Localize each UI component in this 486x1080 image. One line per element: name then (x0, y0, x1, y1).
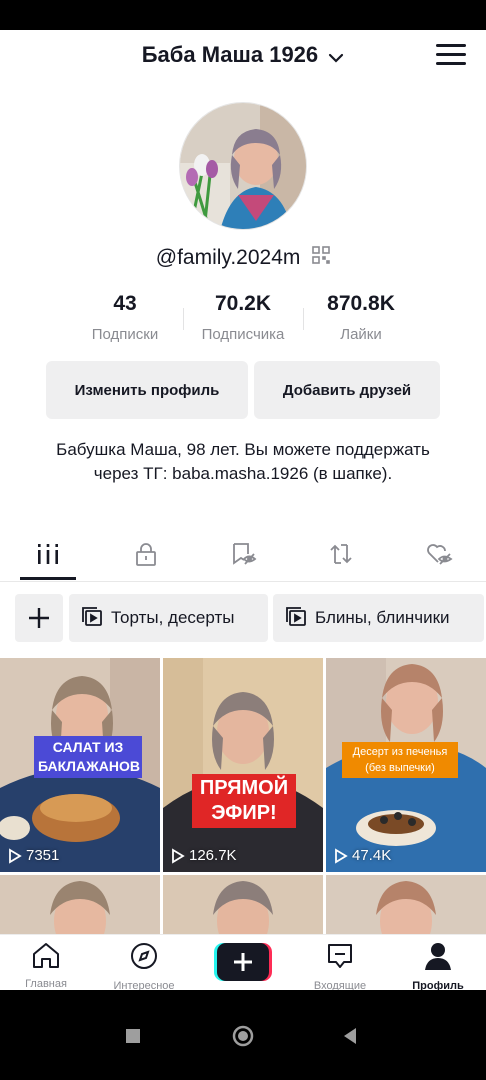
add-friends-button[interactable]: Добавить друзей (254, 361, 440, 419)
followers-label: Подписчика (201, 326, 285, 343)
profile-icon (425, 943, 451, 970)
tiktok-profile-app: Баба Маша 1926 @family.2024m 43 Подписки… (0, 30, 486, 990)
video-caption: САЛАТ ИЗ БАКЛАЖАНОВ (34, 736, 142, 778)
view-count: 126.7K (171, 847, 237, 864)
video-grid: САЛАТ ИЗ БАКЛАЖАНОВ 7351 ПРЯМОЙ ЭФИР! 12… (0, 658, 486, 958)
play-icon (335, 847, 348, 864)
hamburger-menu-icon[interactable] (436, 44, 466, 70)
favorites-hidden-icon[interactable] (229, 540, 259, 568)
video-caption: ПРЯМОЙ ЭФИР! (192, 774, 296, 828)
chevron-down-icon (328, 43, 344, 69)
likes-stat[interactable]: 870.8K Лайки (306, 292, 416, 343)
likes-count: 870.8K (327, 292, 395, 315)
playlist-icon (285, 606, 307, 631)
followers-count: 70.2K (214, 292, 272, 315)
following-stat[interactable]: 43 Подписки (70, 292, 180, 343)
system-navigation-bar (0, 990, 486, 1080)
home-button-icon[interactable] (232, 1025, 254, 1052)
bottom-navigation: Главная Интересное Входящие Профиль (0, 934, 486, 990)
followers-stat[interactable]: 70.2K Подписчика (186, 292, 300, 343)
likes-label: Лайки (340, 326, 382, 343)
nav-inbox[interactable]: Входящие (300, 941, 380, 990)
playlist-item[interactable]: Торты, десерты (69, 594, 268, 642)
playlist-icon (81, 606, 103, 631)
video-thumbnail[interactable]: ПРЯМОЙ ЭФИР! 126.7K (163, 658, 323, 872)
video-thumbnail[interactable]: Десерт из печенья (без выпечки) 47.4K (326, 658, 486, 872)
videos-grid-icon[interactable] (33, 540, 63, 568)
edit-profile-button[interactable]: Изменить профиль (46, 361, 248, 419)
view-count: 7351 (8, 847, 59, 864)
profile-bio: Бабушка Маша, 98 лет. Вы можете поддержа… (56, 440, 430, 483)
stat-divider (303, 308, 304, 330)
view-count: 47.4K (334, 847, 391, 864)
following-label: Подписки (91, 326, 159, 343)
avatar[interactable] (179, 102, 307, 230)
account-name: Баба Маша 1926 (141, 42, 319, 67)
content-tabs (0, 530, 486, 582)
nav-profile[interactable]: Профиль (398, 941, 478, 990)
nav-home[interactable]: Главная (6, 941, 86, 990)
playlist-label: Торты, десерты (111, 608, 235, 627)
recent-apps-icon[interactable] (126, 1029, 140, 1048)
profile-header: Баба Маша 1926 (0, 30, 486, 86)
active-tab-indicator (20, 577, 76, 580)
playlist-label: Блины, блинчики (315, 608, 450, 627)
phone-screen: Баба Маша 1926 @family.2024m 43 Подписки… (0, 0, 486, 1080)
account-switcher[interactable]: Баба Маша 1926 (0, 42, 486, 69)
plus-icon (29, 608, 49, 628)
back-icon[interactable] (342, 1027, 358, 1050)
compass-icon (131, 943, 157, 969)
stat-divider (183, 308, 184, 330)
play-icon (9, 847, 22, 864)
nav-discover[interactable]: Интересное (104, 941, 184, 990)
add-playlist-button[interactable] (15, 594, 63, 642)
handle-row: @family.2024m (0, 246, 486, 270)
inbox-icon (328, 944, 352, 968)
video-thumbnail[interactable]: САЛАТ ИЗ БАКЛАЖАНОВ 7351 (0, 658, 160, 872)
play-icon (172, 847, 185, 864)
username-handle: @family.2024m (155, 246, 301, 269)
playlist-item[interactable]: Блины, блинчики (273, 594, 484, 642)
video-caption: Десерт из печенья (без выпечки) (342, 742, 458, 778)
reposts-icon[interactable] (326, 540, 356, 568)
home-icon (33, 943, 59, 968)
create-video-button[interactable] (214, 943, 272, 981)
create-plus-icon (214, 943, 272, 981)
qr-code-icon[interactable] (312, 246, 331, 270)
private-lock-icon[interactable] (131, 540, 161, 568)
profile-stats: 43 Подписки 70.2K Подписчика 870.8K Лайк… (0, 292, 486, 352)
following-count: 43 (113, 292, 137, 315)
liked-hidden-icon[interactable] (424, 540, 454, 568)
